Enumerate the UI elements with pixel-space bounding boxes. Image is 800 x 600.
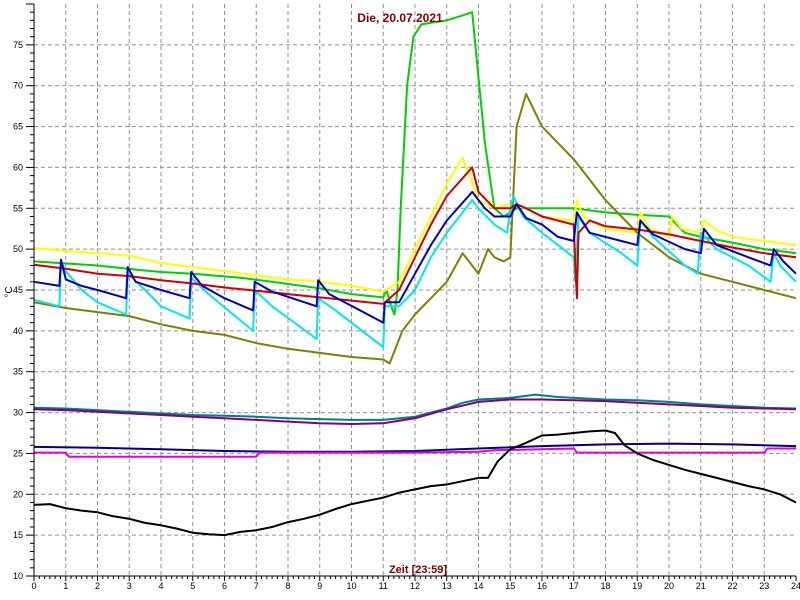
x-tick-label: 1	[63, 581, 68, 591]
x-axis-label: Zeit [23:59]	[389, 564, 447, 576]
y-tick-label: 70	[13, 81, 23, 91]
chart-title: Die, 20.07.2021	[357, 11, 443, 25]
x-tick-label: 6	[222, 581, 227, 591]
y-tick-label: 40	[13, 326, 23, 336]
x-tick-label: 18	[600, 581, 610, 591]
x-tick-label: 19	[632, 581, 642, 591]
x-tick-label: 24	[791, 581, 800, 591]
y-tick-label: 75	[13, 40, 23, 50]
y-tick-label: 25	[13, 448, 23, 458]
x-tick-label: 15	[505, 581, 515, 591]
x-tick-label: 8	[285, 581, 290, 591]
y-tick-label: 30	[13, 408, 23, 418]
x-tick-label: 5	[190, 581, 195, 591]
x-tick-label: 7	[254, 581, 259, 591]
x-tick-label: 16	[537, 581, 547, 591]
x-tick-label: 23	[759, 581, 769, 591]
x-tick-label: 2	[95, 581, 100, 591]
x-tick-label: 21	[696, 581, 706, 591]
y-tick-label: 10	[13, 571, 23, 581]
x-tick-label: 22	[727, 581, 737, 591]
x-tick-label: 13	[442, 581, 452, 591]
x-tick-label: 9	[317, 581, 322, 591]
y-axis-label: °C	[4, 286, 15, 297]
x-tick-label: 14	[473, 581, 483, 591]
temperature-chart: 0 1 2 3 4 5 6 7 8 9 10 11 12 13 14 15 16 17 18 19 20 21 22 23 24…	[0, 0, 800, 600]
x-tick-label: 3	[127, 581, 132, 591]
x-tick-label: 17	[569, 581, 579, 591]
y-tick-label: 20	[13, 489, 23, 499]
y-tick-label: 55	[13, 203, 23, 213]
y-tick-label: 15	[13, 530, 23, 540]
x-tick-label: 12	[410, 581, 420, 591]
x-tick-label: 0	[31, 581, 36, 591]
y-tick-label: 65	[13, 122, 23, 132]
x-tick-label: 4	[158, 581, 163, 591]
x-tick-label: 20	[664, 581, 674, 591]
y-tick-label: 60	[13, 162, 23, 172]
y-tick-label: 35	[13, 367, 23, 377]
y-tick-label: 50	[13, 244, 23, 254]
x-tick-label: 11	[379, 581, 388, 591]
x-tick-label: 10	[346, 581, 356, 591]
